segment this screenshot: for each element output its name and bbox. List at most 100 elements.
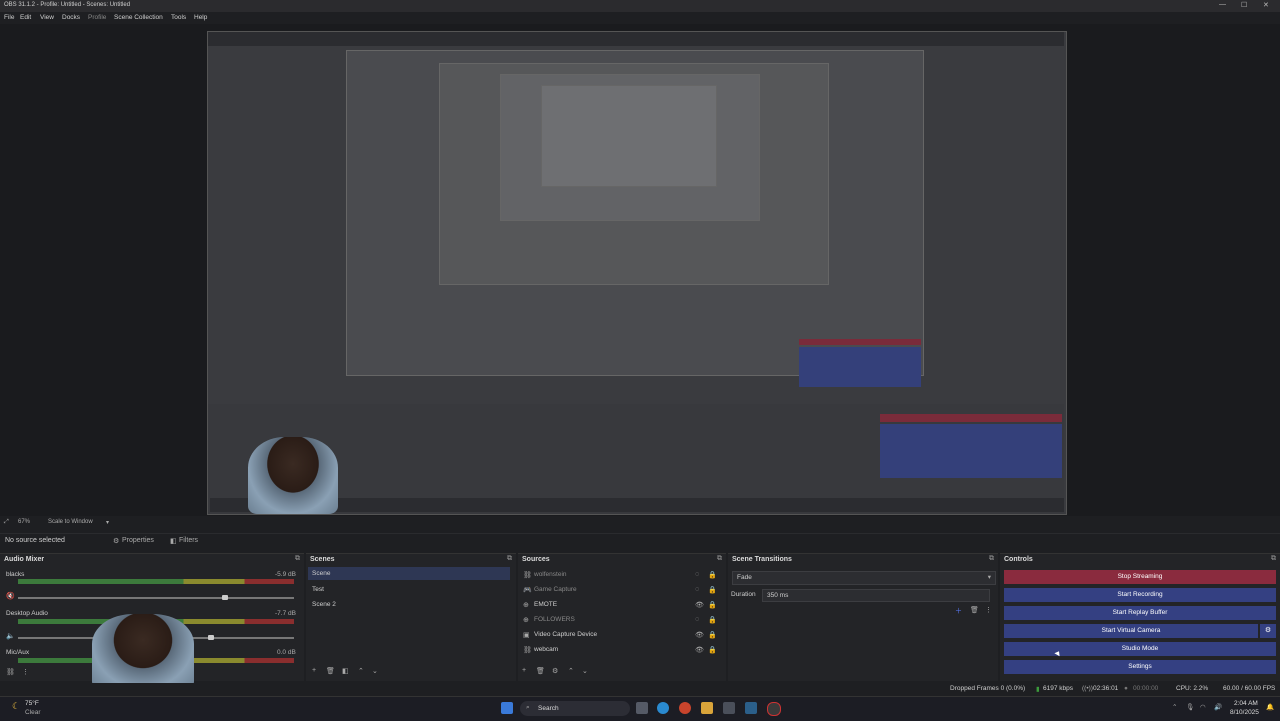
dock-menu-icon[interactable]: ⧉	[295, 555, 300, 563]
dock-menu-icon[interactable]: ⧉	[1271, 555, 1276, 563]
edge-icon[interactable]	[657, 702, 669, 714]
link-icon[interactable]: ⛓	[6, 668, 15, 676]
volume-slider[interactable]	[18, 597, 294, 599]
clock-time[interactable]: 2:04 AM	[1234, 700, 1258, 707]
studio-mode-button[interactable]: Studio Mode	[1004, 642, 1276, 656]
visibility-hidden-icon[interactable]: ◌	[695, 616, 699, 623]
dock-menu-icon[interactable]: ⧉	[989, 555, 994, 563]
steam-icon[interactable]	[745, 702, 757, 714]
zoom-icon[interactable]: ⤢	[4, 519, 9, 526]
add-icon[interactable]: +	[522, 667, 526, 674]
source-item[interactable]: wolfenstein	[534, 571, 567, 578]
dock-title: Audio Mixer	[4, 556, 45, 563]
search-box[interactable]: ⌕ Search	[520, 701, 630, 716]
lock-icon[interactable]: 🔒	[708, 646, 717, 654]
add-icon[interactable]: +	[312, 667, 316, 674]
preview-canvas[interactable]	[207, 31, 1067, 515]
add-icon[interactable]: ＋	[955, 606, 962, 616]
filter-icon[interactable]: ◧	[342, 667, 349, 675]
start-replay-buffer-button[interactable]: Start Replay Buffer	[1004, 606, 1276, 620]
windows-start-icon[interactable]	[501, 702, 513, 714]
start-recording-button[interactable]: Start Recording	[1004, 588, 1276, 602]
taskbar: ☾ 75°F Clear ⌕ Search ⌃ 🎙 ◠ 🔊 2:04 AM 8/…	[0, 696, 1280, 721]
scene-item[interactable]: Scene 2	[312, 601, 336, 608]
dock-menu-icon[interactable]: ⧉	[507, 555, 512, 563]
menu-help[interactable]: Help	[194, 14, 207, 21]
lock-icon[interactable]: 🔒	[708, 571, 717, 579]
source-toolbar: No source selected ⚙ Properties ◧ Filter…	[0, 533, 1280, 548]
menu-tools[interactable]: Tools	[171, 14, 186, 21]
menu-profile[interactable]: Profile	[88, 14, 106, 21]
obs-icon[interactable]	[767, 702, 781, 716]
source-item[interactable]: Video Capture Device	[534, 631, 597, 638]
chevron-down-icon: ▾	[987, 574, 991, 581]
menu-view[interactable]: View	[40, 14, 54, 21]
weather-temp[interactable]: 75°F	[25, 700, 39, 707]
source-item[interactable]: Game Capture	[534, 586, 577, 593]
volume-knob[interactable]	[208, 635, 214, 640]
trash-icon[interactable]: 🗑	[970, 606, 979, 614]
more-icon[interactable]: ⋮	[22, 668, 29, 676]
menu-docks[interactable]: Docks	[62, 14, 80, 21]
arrow-down-icon[interactable]: ⌄	[372, 667, 378, 675]
transition-select[interactable]: Fade ▾	[732, 571, 996, 585]
nested-preview-2	[439, 63, 829, 285]
scene-item[interactable]: Test	[312, 586, 324, 593]
volume-knob[interactable]	[222, 595, 228, 600]
source-item[interactable]: webcam	[534, 646, 558, 653]
volume-icon[interactable]: 🔊	[1214, 703, 1222, 711]
more-icon[interactable]: ⋮	[985, 606, 992, 614]
menu-file[interactable]: File	[4, 14, 14, 21]
zoom-level[interactable]: 67%	[18, 519, 30, 525]
arrow-up-icon[interactable]: ⌃	[358, 667, 364, 675]
eye-icon[interactable]: 👁	[695, 646, 704, 654]
maximize-icon[interactable]: ☐	[1241, 1, 1247, 9]
menu-edit[interactable]: Edit	[20, 14, 31, 21]
store-icon[interactable]	[723, 702, 735, 714]
speaker-icon[interactable]: 🔈	[6, 632, 15, 640]
chevron-up-icon[interactable]: ⌃	[1172, 703, 1177, 711]
properties-button[interactable]: Properties	[122, 537, 154, 544]
arrow-up-icon[interactable]: ⌃	[568, 667, 574, 675]
scene-item[interactable]: Scene	[312, 570, 330, 577]
menu-scene-collection[interactable]: Scene Collection	[114, 14, 163, 21]
mic-icon[interactable]: 🎙	[1186, 703, 1194, 711]
chrome-icon[interactable]	[679, 702, 691, 714]
eye-icon[interactable]: 👁	[695, 601, 704, 609]
file-explorer-icon[interactable]	[701, 702, 713, 714]
weather-desc[interactable]: Clear	[25, 709, 41, 716]
source-item[interactable]: FOLLOWERS	[534, 616, 575, 623]
notification-icon[interactable]: 🔔	[1266, 703, 1274, 711]
virtual-camera-settings-gear-icon[interactable]: ⚙	[1260, 624, 1276, 638]
scene-selected-highlight	[308, 567, 510, 580]
chevron-down-icon[interactable]: ▾	[106, 519, 109, 526]
gear-icon[interactable]: ⚙	[552, 667, 558, 675]
minimize-icon[interactable]: —	[1219, 1, 1226, 8]
stop-streaming-button[interactable]: Stop Streaming	[1004, 570, 1276, 584]
weather-icon[interactable]: ☾	[12, 701, 20, 712]
task-view-icon[interactable]	[636, 702, 648, 714]
visibility-hidden-icon[interactable]: ◌	[695, 586, 699, 593]
close-icon[interactable]: ✕	[1263, 1, 1269, 9]
visibility-hidden-icon[interactable]: ◌	[695, 571, 699, 578]
lock-icon[interactable]: 🔒	[708, 601, 717, 609]
scale-mode[interactable]: Scale to Window	[48, 519, 93, 525]
trash-icon[interactable]: 🗑	[536, 667, 545, 675]
start-virtual-camera-button[interactable]: Start Virtual Camera	[1004, 624, 1258, 638]
duration-field[interactable]: 350 ms	[762, 589, 990, 602]
eye-icon[interactable]: 👁	[695, 631, 704, 639]
trash-icon[interactable]: 🗑	[326, 667, 335, 675]
dock-menu-icon[interactable]: ⧉	[717, 555, 722, 563]
lock-icon[interactable]: 🔒	[708, 616, 717, 624]
clock-date[interactable]: 8/10/2025	[1230, 709, 1259, 716]
filters-button[interactable]: Filters	[179, 537, 198, 544]
camera-icon: ▣	[523, 632, 530, 639]
arrow-down-icon[interactable]: ⌄	[582, 667, 588, 675]
lock-icon[interactable]: 🔒	[708, 586, 717, 594]
source-item[interactable]: EMOTE	[534, 601, 557, 608]
wifi-icon[interactable]: ◠	[1200, 703, 1206, 711]
speaker-muted-icon[interactable]: 🔇	[6, 592, 15, 600]
window-title: OBS 31.1.2 - Profile: Untitled - Scenes:…	[4, 2, 131, 8]
settings-button[interactable]: Settings	[1004, 660, 1276, 674]
lock-icon[interactable]: 🔒	[708, 631, 717, 639]
